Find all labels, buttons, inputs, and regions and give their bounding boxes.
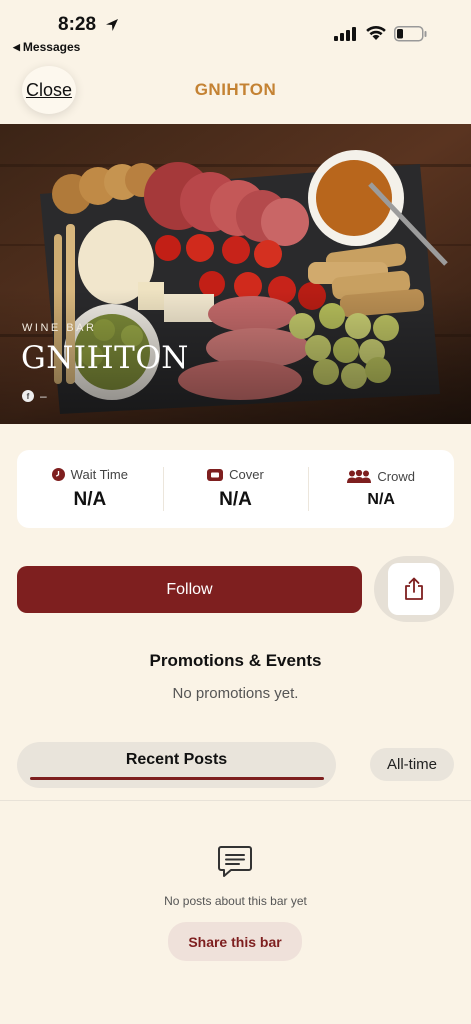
- chat-bubble-icon: [218, 846, 252, 877]
- cellular-signal-icon: [334, 27, 356, 41]
- people-icon: [347, 470, 372, 483]
- status-bar: 8:28 ◀ Messages: [0, 0, 471, 60]
- share-icon: [405, 577, 423, 600]
- venue-name: GNIHTON: [21, 340, 189, 376]
- tab-recent-posts-label: Recent Posts: [125, 751, 228, 768]
- follow-button[interactable]: Follow: [17, 566, 362, 613]
- promotions-empty-text: No promotions yet.: [172, 685, 299, 702]
- stat-cover-value: N/A: [219, 489, 252, 510]
- stat-wait-time-value: N/A: [73, 489, 107, 510]
- share-button[interactable]: [388, 563, 440, 615]
- status-time: 8:28: [58, 14, 97, 35]
- stat-crowd: Crowd N/A: [308, 450, 454, 528]
- stat-cover: Cover N/A: [162, 450, 309, 528]
- back-triangle-icon: ◀: [13, 41, 20, 52]
- ticket-icon: [207, 468, 224, 481]
- venue-category: WINE BAR: [22, 322, 97, 334]
- info-circle-icon: f: [22, 390, 34, 402]
- stat-wait-time-label: Wait Time: [70, 467, 128, 482]
- info-text: –: [40, 389, 47, 403]
- promotions-title: Promotions & Events: [149, 651, 322, 670]
- stat-crowd-label: Crowd: [377, 469, 415, 484]
- page-title: GNIHTON: [194, 80, 277, 99]
- tab-recent-posts[interactable]: Recent Posts: [17, 742, 336, 788]
- section-divider: [0, 800, 471, 801]
- clock-icon: [51, 468, 65, 481]
- stat-crowd-value: N/A: [367, 491, 395, 508]
- stat-cover-label: Cover: [229, 467, 264, 482]
- tab-active-indicator: [30, 777, 324, 780]
- battery-icon: [394, 26, 427, 42]
- wifi-icon: [366, 25, 386, 40]
- stat-wait-time: Wait Time N/A: [17, 450, 163, 528]
- posts-empty-text: No posts about this bar yet: [164, 894, 307, 908]
- stats-card: Wait Time N/A Cover N/A Crowd N/A: [17, 450, 454, 528]
- venue-info-row[interactable]: f –: [22, 389, 47, 403]
- share-this-bar-button[interactable]: Share this bar: [168, 922, 302, 961]
- back-to-app-link[interactable]: ◀ Messages: [13, 40, 80, 54]
- hero-gradient: [0, 124, 471, 424]
- tab-all-time[interactable]: All-time: [370, 748, 454, 781]
- share-button-wrapper: [374, 556, 454, 622]
- location-arrow-icon: [106, 19, 118, 31]
- hero-image: WINE BAR GNIHTON f –: [0, 124, 471, 424]
- back-app-label: Messages: [22, 40, 81, 54]
